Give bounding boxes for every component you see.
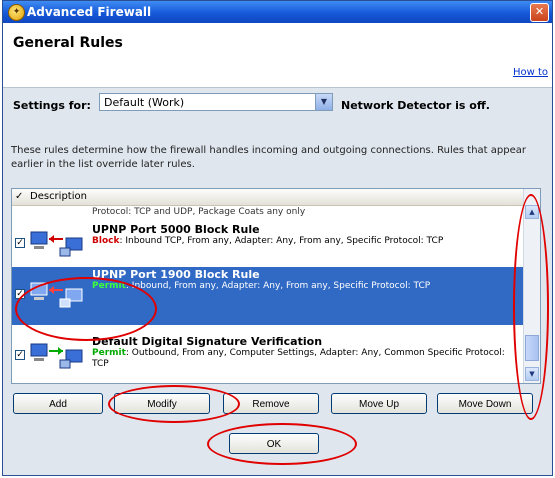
help-link[interactable]: How to xyxy=(513,67,548,78)
network-detector-status: Network Detector is off. xyxy=(341,99,490,112)
rules-list[interactable]: ✓ Description Protocol: TCP and UDP, Pac… xyxy=(11,188,541,384)
rule-action: Permit xyxy=(92,281,126,291)
ok-button[interactable]: OK xyxy=(229,433,319,454)
rule-name: UPNP Port 1900 Block Rule xyxy=(92,268,260,281)
settings-value: Default (Work) xyxy=(104,96,185,109)
settings-label: Settings for: xyxy=(13,99,91,112)
rule-checkbox[interactable]: ✓ xyxy=(15,289,25,299)
table-row[interactable]: ✓ UPNP Port 5000 Block Rule Block: Inbou… xyxy=(12,222,524,266)
rule-name: UPNP Port 5000 Block Rule xyxy=(92,223,260,236)
chevron-down-icon[interactable]: ▼ xyxy=(315,94,332,110)
settings-select[interactable]: Default (Work) ▼ xyxy=(99,93,333,111)
rule-detail: Permit: Inbound, From any, Adapter: Any,… xyxy=(92,281,522,292)
close-icon[interactable]: ✕ xyxy=(530,3,549,22)
table-row-selected[interactable]: ✓ UPNP Port 1900 Block Rule Permit: Inbo… xyxy=(12,267,524,325)
advanced-firewall-window: ✦ Advanced Firewall ✕ General Rules How … xyxy=(2,0,553,476)
computer-network-rule-icon xyxy=(30,343,83,369)
partial-row-text: Protocol: TCP and UDP, Package Coats any… xyxy=(92,207,306,217)
rule-detail: Permit: Outbound, From any, Computer Set… xyxy=(92,348,522,370)
scroll-down-icon[interactable]: ▼ xyxy=(525,367,539,381)
computer-network-rule-icon xyxy=(30,282,83,308)
rule-detail-text: : Outbound, From any, Computer Settings,… xyxy=(92,348,505,369)
scroll-up-icon[interactable]: ▲ xyxy=(525,205,539,219)
vertical-scrollbar[interactable]: ▲ ▼ xyxy=(523,189,540,383)
remove-button[interactable]: Remove xyxy=(223,393,319,414)
scroll-thumb[interactable] xyxy=(525,335,539,361)
add-button[interactable]: Add xyxy=(13,393,103,414)
rule-detail-text: : Inbound, From any, Adapter: Any, From … xyxy=(125,281,431,291)
computer-network-rule-icon xyxy=(30,231,83,257)
rule-detail: Block: Inbound TCP, From any, Adapter: A… xyxy=(92,236,522,247)
table-row[interactable]: ✓ Default Digital Signature Verification… xyxy=(12,334,524,378)
rule-checkbox[interactable]: ✓ xyxy=(15,350,25,360)
move-up-button[interactable]: Move Up xyxy=(331,393,427,414)
header-panel: General Rules How to xyxy=(3,23,552,88)
move-down-button[interactable]: Move Down xyxy=(437,393,533,414)
list-item-partial[interactable]: Protocol: TCP and UDP, Package Coats any… xyxy=(12,206,524,220)
page-title: General Rules xyxy=(13,35,123,51)
rule-action: Block xyxy=(92,236,120,246)
firewall-shield-icon: ✦ xyxy=(8,4,25,21)
rule-detail-text: : Inbound TCP, From any, Adapter: Any, F… xyxy=(119,236,444,246)
rule-checkbox[interactable]: ✓ xyxy=(15,238,25,248)
rules-description: These rules determine how the firewall h… xyxy=(11,145,526,170)
rule-name: Default Digital Signature Verification xyxy=(92,335,323,348)
check-column-icon: ✓ xyxy=(15,191,24,202)
modify-button[interactable]: Modify xyxy=(114,393,210,414)
rule-action: Permit xyxy=(92,348,126,358)
window-title: Advanced Firewall xyxy=(27,5,152,19)
title-bar: ✦ Advanced Firewall ✕ xyxy=(3,1,552,23)
column-header[interactable]: ✓ Description xyxy=(12,189,524,206)
column-header-label: Description xyxy=(30,191,87,202)
